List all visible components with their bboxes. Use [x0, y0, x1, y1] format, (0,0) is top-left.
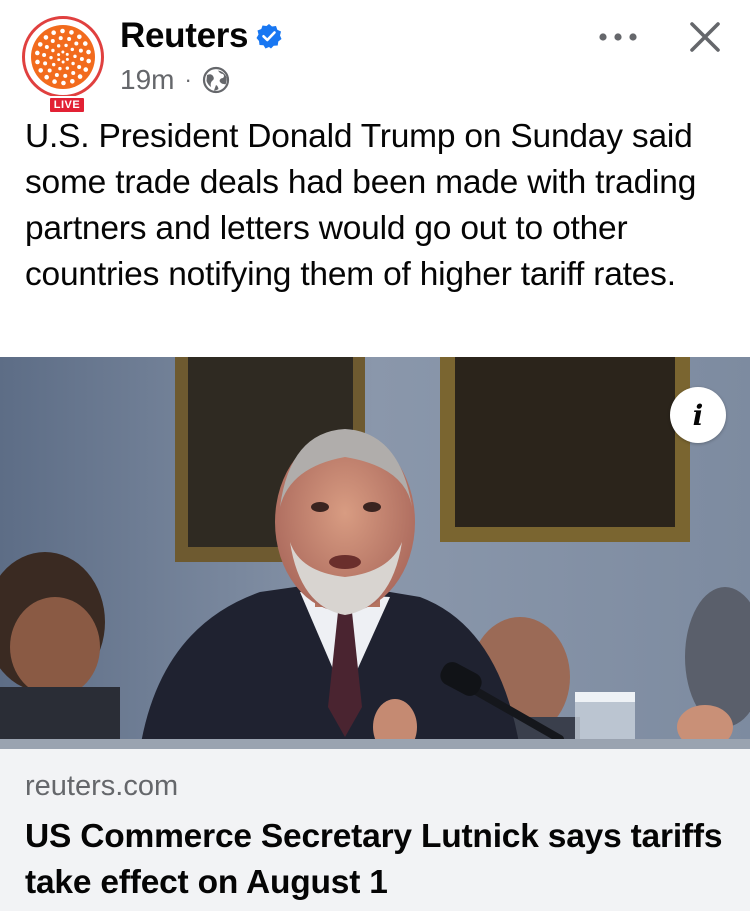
- author-name[interactable]: Reuters: [120, 16, 249, 56]
- close-button[interactable]: [682, 16, 728, 58]
- post-meta: 19m ·: [120, 62, 230, 98]
- meta-separator: ·: [184, 67, 192, 92]
- post-message: U.S. President Donald Trump on Sunday sa…: [25, 118, 697, 293]
- link-domain: reuters.com: [25, 770, 179, 802]
- link-headline[interactable]: US Commerce Secretary Lutnick says tarif…: [25, 814, 735, 906]
- globe-icon[interactable]: [202, 66, 230, 94]
- photo-illustration: [0, 357, 750, 749]
- more-options-button[interactable]: [596, 22, 640, 52]
- reuters-logo: [22, 16, 104, 98]
- post-header: LIVE Reuters 19m ·: [0, 0, 750, 114]
- post-time[interactable]: 19m: [120, 64, 174, 96]
- reuters-dots-logo-icon: [35, 28, 91, 86]
- author-row: Reuters: [120, 14, 282, 58]
- page-avatar[interactable]: LIVE: [22, 16, 104, 114]
- live-badge: LIVE: [48, 96, 86, 114]
- article-photo[interactable]: [0, 357, 750, 749]
- close-icon: [690, 22, 720, 52]
- verified-badge-icon: [256, 24, 282, 49]
- more-options-icon: [599, 33, 637, 41]
- info-button[interactable]: i: [670, 387, 726, 443]
